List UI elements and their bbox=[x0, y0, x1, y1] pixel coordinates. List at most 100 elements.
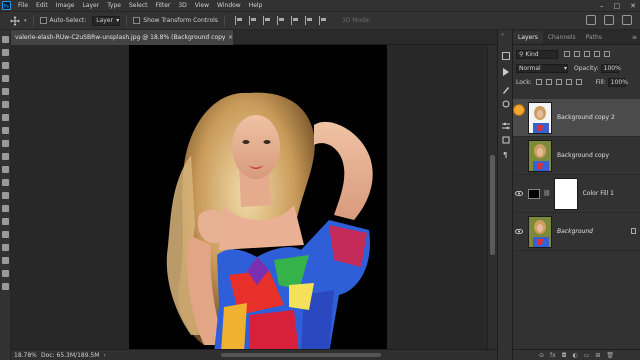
horizontal-scrollbar[interactable] bbox=[221, 353, 381, 357]
hand-tool-icon[interactable] bbox=[2, 270, 9, 277]
history-brush-tool-icon[interactable] bbox=[2, 153, 9, 160]
minimize-button[interactable]: – bbox=[600, 2, 604, 10]
visibility-toggle[interactable] bbox=[513, 175, 525, 213]
tab-paths[interactable]: Paths bbox=[581, 31, 607, 44]
close-tab-icon[interactable]: × bbox=[228, 34, 233, 41]
close-window-button[interactable]: ✕ bbox=[630, 2, 636, 10]
align-top-icon[interactable] bbox=[276, 16, 286, 25]
adjustment-filter-icon[interactable] bbox=[574, 51, 580, 57]
photoshop-logo-icon[interactable]: Ps bbox=[2, 1, 11, 10]
lasso-tool-icon[interactable] bbox=[2, 62, 9, 69]
align-left-icon[interactable] bbox=[234, 16, 244, 25]
show-transform-controls-checkbox[interactable] bbox=[133, 17, 141, 24]
quick-select-tool-icon[interactable] bbox=[2, 75, 9, 82]
lock-transparency-icon[interactable] bbox=[535, 79, 542, 85]
auto-select-target-dropdown[interactable]: Layer ▾ bbox=[92, 15, 121, 26]
layer-name[interactable]: Background bbox=[557, 228, 593, 235]
eyedropper-tool-icon[interactable] bbox=[2, 101, 9, 108]
menu-layer[interactable]: Layer bbox=[78, 0, 103, 11]
layer-name[interactable]: Color Fill 1 bbox=[583, 190, 614, 197]
status-menu-arrow[interactable]: › bbox=[103, 352, 105, 359]
pen-tool-icon[interactable] bbox=[2, 218, 9, 225]
layer-name[interactable]: Background copy 2 bbox=[557, 114, 615, 121]
layer-row[interactable]: Background copy 2 bbox=[513, 99, 640, 137]
layer-name[interactable]: Background copy bbox=[557, 152, 609, 159]
group-icon[interactable]: ▭ bbox=[584, 352, 590, 359]
dodge-tool-icon[interactable] bbox=[2, 205, 9, 212]
layer-row[interactable]: Background copy bbox=[513, 137, 640, 175]
link-icon[interactable]: ⊝ bbox=[539, 352, 544, 359]
lock-artboard-icon[interactable] bbox=[565, 79, 572, 85]
auto-select-checkbox[interactable] bbox=[39, 17, 47, 24]
menu-file[interactable]: File bbox=[14, 0, 32, 11]
scrollbar-thumb[interactable] bbox=[490, 155, 495, 255]
menu-edit[interactable]: Edit bbox=[32, 0, 52, 11]
chevron-down-icon[interactable]: ▾ bbox=[24, 18, 27, 24]
collapse-icon[interactable]: « bbox=[501, 32, 504, 38]
layer-row[interactable]: ⛓ Color Fill 1 bbox=[513, 175, 640, 213]
menu-select[interactable]: Select bbox=[125, 0, 152, 11]
type-tool-icon[interactable] bbox=[2, 231, 9, 238]
history-icon[interactable] bbox=[502, 52, 510, 60]
gradient-tool-icon[interactable] bbox=[2, 179, 9, 186]
search-icon[interactable] bbox=[586, 15, 596, 25]
adjustments-icon[interactable] bbox=[502, 122, 510, 130]
adjustment-icon[interactable]: ◐ bbox=[572, 352, 577, 359]
share-icon[interactable] bbox=[622, 15, 632, 25]
menu-type[interactable]: Type bbox=[103, 0, 125, 11]
marquee-tool-icon[interactable] bbox=[2, 49, 9, 56]
path-select-tool-icon[interactable] bbox=[2, 244, 9, 251]
lock-image-icon[interactable] bbox=[545, 79, 552, 85]
maximize-button[interactable]: □ bbox=[614, 2, 621, 10]
align-center-icon[interactable] bbox=[248, 16, 258, 25]
play-action-icon[interactable] bbox=[502, 68, 510, 76]
layer-row[interactable]: Background bbox=[513, 213, 640, 251]
new-layer-icon[interactable]: ⊞ bbox=[595, 352, 600, 359]
smart-object-filter-icon[interactable] bbox=[604, 51, 610, 57]
paragraph-icon[interactable]: ¶ bbox=[502, 150, 510, 158]
tab-channels[interactable]: Channels bbox=[543, 31, 581, 44]
align-middle-icon[interactable] bbox=[290, 16, 300, 25]
brushes-icon[interactable] bbox=[502, 100, 510, 108]
shape-tool-icon[interactable] bbox=[2, 257, 9, 264]
fx-icon[interactable]: fx bbox=[550, 352, 556, 359]
menu-image[interactable]: Image bbox=[52, 0, 79, 11]
document-canvas[interactable] bbox=[129, 45, 387, 349]
vertical-scrollbar[interactable] bbox=[487, 45, 497, 349]
healing-tool-icon[interactable] bbox=[2, 114, 9, 121]
kind-filter-dropdown[interactable]: ⚲ Kind bbox=[516, 49, 558, 59]
stamp-tool-icon[interactable] bbox=[2, 140, 9, 147]
zoom-tool-icon[interactable] bbox=[2, 283, 9, 290]
blur-tool-icon[interactable] bbox=[2, 192, 9, 199]
workspace-icon[interactable] bbox=[604, 15, 614, 25]
shape-filter-icon[interactable] bbox=[594, 51, 600, 57]
pixel-filter-icon[interactable] bbox=[564, 51, 570, 57]
move-tool-preset-icon[interactable] bbox=[8, 14, 22, 28]
tab-layers[interactable]: Layers bbox=[513, 31, 543, 44]
align-bottom-icon[interactable] bbox=[304, 16, 314, 25]
menu-help[interactable]: Help bbox=[245, 0, 267, 11]
lock-position-icon[interactable] bbox=[555, 79, 562, 85]
align-right-icon[interactable] bbox=[262, 16, 272, 25]
trash-icon[interactable]: 🗑 bbox=[606, 352, 614, 359]
menu-view[interactable]: View bbox=[191, 0, 213, 11]
opacity-input[interactable]: 100% bbox=[600, 63, 621, 73]
visibility-toggle[interactable] bbox=[513, 213, 525, 251]
menu-3d[interactable]: 3D bbox=[174, 0, 190, 11]
layer-mask-thumbnail[interactable] bbox=[553, 177, 578, 210]
properties-icon[interactable] bbox=[502, 136, 510, 144]
move-tool-icon[interactable] bbox=[2, 36, 9, 43]
fill-swatch-thumbnail[interactable] bbox=[528, 188, 540, 199]
fill-input[interactable]: 100% bbox=[607, 77, 628, 87]
menu-filter[interactable]: Filter bbox=[152, 0, 175, 11]
eraser-tool-icon[interactable] bbox=[2, 166, 9, 173]
brush-settings-icon[interactable] bbox=[502, 86, 510, 94]
panel-menu-icon[interactable]: ≡ bbox=[632, 34, 637, 41]
menu-window[interactable]: Window bbox=[213, 0, 245, 11]
mask-icon[interactable]: ◘ bbox=[562, 352, 567, 359]
crop-tool-icon[interactable] bbox=[2, 88, 9, 95]
lock-all-icon[interactable] bbox=[575, 79, 582, 85]
type-filter-icon[interactable] bbox=[584, 51, 590, 57]
canvas-area[interactable] bbox=[11, 45, 487, 349]
visibility-toggle[interactable] bbox=[513, 137, 525, 175]
